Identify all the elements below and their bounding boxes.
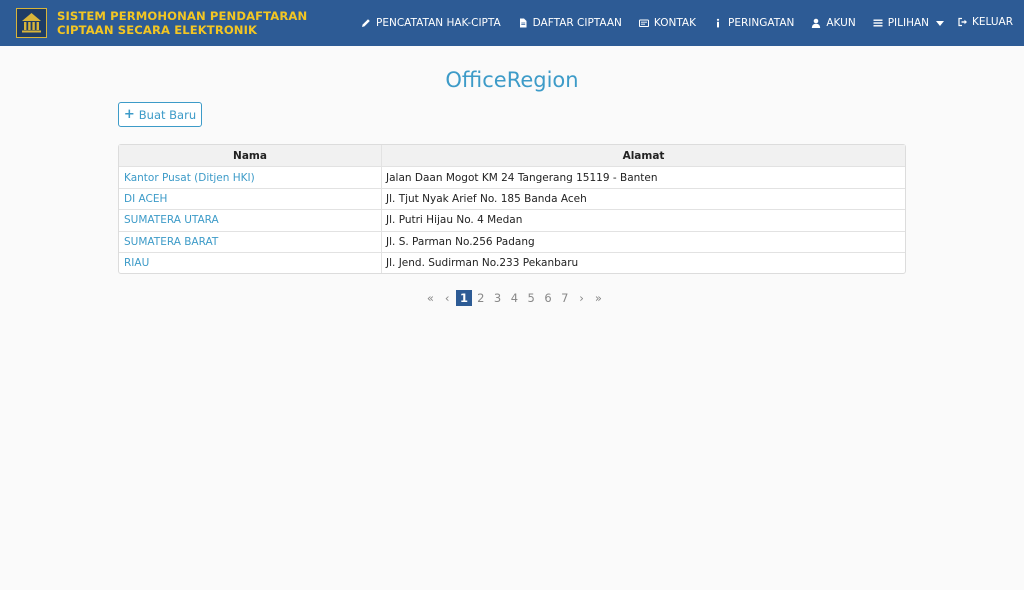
- menu-icon: [873, 18, 883, 28]
- region-name-link[interactable]: RIAU: [124, 257, 149, 269]
- nav-daftar-ciptaan[interactable]: DAFTAR CIPTAAN: [518, 17, 622, 29]
- region-name-link[interactable]: DI ACEH: [124, 193, 167, 205]
- column-header-alamat: Alamat: [622, 149, 665, 162]
- logout-button[interactable]: KELUAR: [958, 16, 1013, 28]
- pagination: « ‹ 1 2 3 4 5 6 7 › »: [422, 290, 607, 306]
- first-page-button[interactable]: «: [422, 290, 439, 306]
- region-name-link[interactable]: SUMATERA UTARA: [124, 214, 219, 226]
- create-new-label: Buat Baru: [138, 107, 197, 122]
- region-address: Jl. Tjut Nyak Arief No. 185 Banda Aceh: [386, 192, 587, 205]
- brand-title-line1: SISTEM PERMOHONAN PENDAFTARAN: [57, 9, 308, 23]
- office-region-table: Nama Alamat Kantor Pusat (Ditjen HKI) Ja…: [118, 144, 906, 275]
- page-title: OfficeRegion: [445, 68, 579, 92]
- nav-label: PERINGATAN: [728, 17, 795, 29]
- column-header-nama: Nama: [119, 145, 382, 167]
- table-row: Kantor Pusat (Ditjen HKI) Jalan Daan Mog…: [119, 166, 905, 188]
- table-row: DI ACEH Jl. Tjut Nyak Arief No. 185 Band…: [119, 187, 905, 210]
- nav-label: PILIHAN: [887, 17, 929, 29]
- region-address: Jalan Daan Mogot KM 24 Tangerang 15119 -…: [386, 171, 658, 184]
- chevron-down-icon: [936, 20, 944, 26]
- pencil-icon: [361, 18, 371, 28]
- last-page-button[interactable]: »: [590, 290, 607, 306]
- region-address: Jl. S. Parman No.256 Padang: [386, 235, 535, 248]
- page-7-button[interactable]: 7: [556, 290, 573, 306]
- logout-label: KELUAR: [972, 16, 1014, 28]
- nav-label: PENCATATAN HAK-CIPTA: [376, 17, 501, 29]
- page-5-button[interactable]: 5: [523, 290, 540, 306]
- table-row: RIAU Jl. Jend. Sudirman No.233 Pekanbaru: [119, 251, 905, 274]
- plus-icon: +: [123, 107, 135, 122]
- top-navbar: SISTEM PERMOHONAN PENDAFTARAN CIPTAAN SE…: [0, 0, 1024, 46]
- card-icon: [638, 18, 649, 28]
- create-new-button[interactable]: + Buat Baru: [118, 102, 202, 127]
- table-row: SUMATERA UTARA Jl. Putri Hijau No. 4 Med…: [119, 209, 905, 231]
- page-2-button[interactable]: 2: [472, 290, 489, 306]
- next-page-button[interactable]: ›: [573, 290, 590, 306]
- nav-akun[interactable]: AKUN: [811, 17, 856, 29]
- info-icon: [713, 18, 723, 28]
- region-name-link[interactable]: Kantor Pusat (Ditjen HKI): [124, 172, 255, 184]
- user-icon: [811, 18, 821, 28]
- ministry-logo-icon: [16, 8, 47, 38]
- page-6-button[interactable]: 6: [540, 290, 557, 306]
- page-4-button[interactable]: 4: [506, 290, 523, 306]
- main-nav: PENCATATAN HAK-CIPTA DAFTAR CIPTAAN KONT…: [361, 0, 961, 46]
- page-3-button[interactable]: 3: [489, 290, 506, 306]
- nav-peringatan[interactable]: PERINGATAN: [713, 17, 794, 29]
- table-header-row: Nama Alamat: [119, 145, 905, 167]
- page-1-button[interactable]: 1: [455, 290, 473, 306]
- brand-title: SISTEM PERMOHONAN PENDAFTARAN CIPTAAN SE…: [57, 9, 307, 37]
- prev-page-button[interactable]: ‹: [439, 290, 456, 306]
- nav-pilihan-dropdown[interactable]: PILIHAN: [873, 17, 944, 29]
- sign-out-icon: [958, 17, 968, 27]
- file-icon: [518, 18, 528, 28]
- nav-kontak[interactable]: KONTAK: [638, 17, 696, 29]
- brand-title-line2: CIPTAAN SECARA ELEKTRONIK: [57, 23, 258, 37]
- region-name-link[interactable]: SUMATERA BARAT: [124, 236, 218, 248]
- nav-label: DAFTAR CIPTAAN: [532, 17, 622, 29]
- region-address: Jl. Jend. Sudirman No.233 Pekanbaru: [386, 257, 579, 270]
- nav-pencatatan-hak-cipta[interactable]: PENCATATAN HAK-CIPTA: [361, 17, 501, 29]
- brand[interactable]: SISTEM PERMOHONAN PENDAFTARAN CIPTAAN SE…: [16, 8, 307, 38]
- table-row: SUMATERA BARAT Jl. S. Parman No.256 Pada…: [119, 230, 905, 252]
- region-address: Jl. Putri Hijau No. 4 Medan: [386, 214, 523, 227]
- nav-label: AKUN: [826, 17, 856, 29]
- nav-label: KONTAK: [653, 17, 696, 29]
